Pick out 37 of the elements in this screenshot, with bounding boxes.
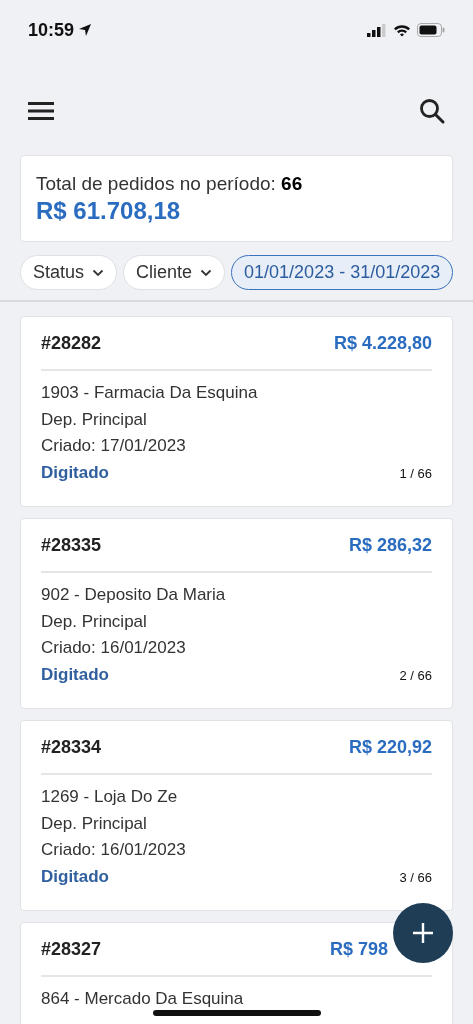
chevron-down-icon: [92, 268, 105, 277]
order-number: #28282: [41, 332, 102, 354]
order-position: 3 / 66: [399, 869, 432, 885]
order-status: Digitado: [41, 865, 109, 888]
order-position: 1 / 66: [399, 465, 432, 481]
created-date: Criado: 17/01/2023: [41, 435, 187, 457]
filter-chip[interactable]: Cliente: [123, 255, 226, 290]
order-number: #28334: [41, 736, 102, 758]
warehouse-name: Dep. Principal: [41, 812, 148, 835]
chevron-down-icon: [200, 268, 213, 277]
client-name: 864 - Mercado Da Esquina: [41, 988, 245, 1010]
filter-chip[interactable]: Status: [20, 255, 118, 290]
location-arrow-icon: [78, 23, 93, 37]
order-amount: R$ 286,32: [348, 534, 432, 556]
total-amount: R$ 61.708,18: [36, 197, 182, 225]
battery-icon: [417, 23, 445, 37]
wifi-icon: [393, 23, 411, 37]
orders-count-label: Total de pedidos no período: 66: [36, 173, 304, 195]
signal-icon: [367, 23, 387, 37]
date-range-chip[interactable]: 01/01/2023 - 31/01/2023: [231, 255, 454, 290]
warehouse-name: Dep. Principal: [41, 610, 148, 633]
order-amount: R$ 798: [329, 938, 388, 960]
order-amount: R$ 220,92: [348, 736, 432, 758]
order-position: 2 / 66: [399, 667, 432, 683]
order-number: #28335: [41, 534, 102, 556]
warehouse-name: Dep. Principal: [41, 408, 148, 431]
order-number: #28327: [41, 938, 102, 960]
status-time: 10:59: [28, 19, 75, 41]
created-date: Criado: 16/01/2023: [41, 839, 187, 861]
created-date: Criado: 16/01/2023: [41, 637, 187, 659]
client-name: 1903 - Farmacia Da Esquina: [41, 382, 259, 404]
client-name: 902 - Deposito Da Maria: [41, 584, 227, 606]
order-status: Digitado: [41, 461, 109, 484]
order-status: Digitado: [41, 663, 109, 686]
plus-icon: [412, 922, 434, 944]
order-amount: R$ 4.228,80: [333, 332, 432, 354]
client-name: 1269 - Loja Do Ze: [41, 786, 179, 808]
